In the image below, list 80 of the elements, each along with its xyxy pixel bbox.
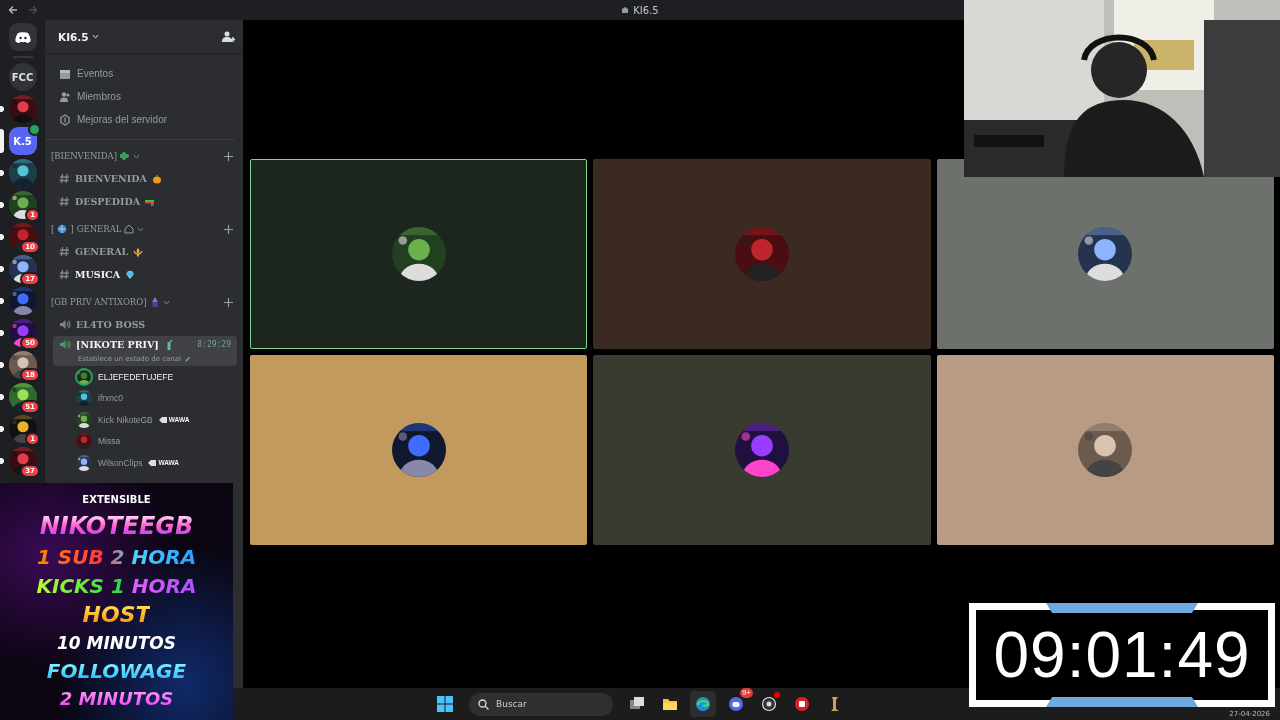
members-icon bbox=[59, 90, 71, 103]
video-tile[interactable] bbox=[250, 355, 588, 545]
channel-name: EL4TO BOSS bbox=[76, 319, 146, 330]
menu-item[interactable]: Eventos bbox=[53, 62, 229, 85]
hashtag-icon bbox=[59, 173, 70, 184]
menu-item[interactable]: Miembros bbox=[53, 85, 229, 108]
timer-value: 09:01:49 bbox=[993, 618, 1251, 692]
discord-icon bbox=[728, 696, 744, 712]
promo-text: EXTENSIBLE bbox=[82, 494, 151, 505]
search-icon bbox=[478, 698, 489, 710]
voice-user[interactable]: Missa bbox=[76, 430, 243, 452]
emoji-icon bbox=[125, 269, 136, 280]
channel-item[interactable]: MUSICA bbox=[53, 263, 237, 286]
invite-people-icon bbox=[222, 30, 235, 43]
add-channel-icon bbox=[224, 151, 233, 161]
chevron-down-icon bbox=[133, 153, 140, 159]
video-tile[interactable] bbox=[936, 355, 1274, 545]
task-view-icon bbox=[629, 696, 645, 712]
category-label[interactable]: [GB PRIV ANTIXORO] bbox=[51, 297, 147, 307]
category-bracket: ] bbox=[70, 224, 74, 234]
notification-badge: 9+ bbox=[739, 688, 753, 698]
user-name: ifrxnc0 bbox=[98, 393, 124, 404]
window-title: KI6.5 bbox=[633, 4, 659, 16]
search-field[interactable]: Buscar bbox=[469, 692, 613, 716]
taskbar-app-button[interactable] bbox=[690, 691, 716, 717]
emoji-icon bbox=[120, 151, 130, 161]
forward-arrow-icon bbox=[28, 5, 38, 15]
category-label[interactable]: [BIENVENIDA] bbox=[51, 151, 117, 161]
user-name: Kick NikoteGB bbox=[98, 414, 153, 425]
obs-icon bbox=[761, 696, 777, 712]
promo-text: 2 MINUTOS bbox=[59, 690, 174, 708]
folder-icon bbox=[662, 696, 678, 712]
category-label[interactable]: GENERAL bbox=[76, 224, 122, 234]
video-tile[interactable] bbox=[250, 159, 588, 349]
user-name: WilsonClips bbox=[98, 457, 143, 468]
tag-icon bbox=[148, 459, 157, 466]
add-channel-icon bbox=[224, 297, 233, 307]
channel-name: [NIKOTE PRIV] bbox=[76, 339, 159, 350]
user-name: Missa bbox=[98, 436, 121, 447]
pencil-icon bbox=[184, 355, 191, 363]
chevron-down-icon bbox=[91, 34, 99, 39]
category-bracket: [ bbox=[51, 224, 55, 234]
emoji-icon bbox=[133, 246, 144, 257]
elapsed-time: 8:29:29 bbox=[197, 340, 231, 349]
promo-text: 10 MINUTOS bbox=[56, 635, 177, 653]
chevron-down-icon bbox=[162, 299, 170, 305]
channel-name: GENERAL bbox=[75, 246, 129, 257]
menu-item[interactable]: Mejoras del servidor bbox=[53, 108, 229, 131]
add-channel-icon bbox=[224, 224, 233, 234]
video-tile[interactable] bbox=[593, 159, 931, 349]
channel-item[interactable]: BIENVENIDA bbox=[53, 167, 237, 190]
hashtag-icon bbox=[59, 269, 70, 280]
calendar-icon bbox=[59, 67, 71, 80]
boost-icon bbox=[59, 113, 71, 126]
server-icon bbox=[621, 6, 630, 14]
video-tile[interactable] bbox=[593, 355, 931, 545]
emoji-icon bbox=[124, 224, 135, 234]
tag-icon bbox=[158, 416, 167, 423]
emoji-icon bbox=[149, 297, 160, 307]
windows-logo-icon bbox=[437, 696, 453, 712]
emoji-icon bbox=[151, 173, 162, 184]
globe-icon bbox=[57, 224, 68, 234]
user-name: ELJEFEDETUJEFE bbox=[98, 371, 174, 382]
server-name[interactable]: KI6.5 bbox=[58, 30, 89, 43]
chevron-down-icon bbox=[137, 226, 145, 232]
channel-name: DESPEDIDA bbox=[75, 196, 140, 207]
voice-user[interactable]: ELJEFEDETUJEFE bbox=[76, 366, 243, 388]
video-tile[interactable] bbox=[936, 159, 1274, 349]
voice-user[interactable]: ifrxnc0 bbox=[76, 387, 243, 409]
channel-name: BIENVENIDA bbox=[75, 173, 147, 184]
hashtag-icon bbox=[59, 196, 70, 207]
app-icon bbox=[794, 696, 810, 712]
channel-name: MUSICA bbox=[75, 269, 121, 280]
back-arrow-icon bbox=[8, 5, 18, 15]
discord-logo-icon bbox=[14, 31, 31, 43]
browser-icon bbox=[695, 696, 711, 712]
hashtag-icon bbox=[59, 246, 70, 257]
channel-item[interactable]: EL4TO BOSS bbox=[53, 313, 237, 336]
channel-item[interactable]: GENERAL bbox=[53, 240, 237, 263]
channel-item[interactable]: DESPEDIDA bbox=[53, 190, 237, 213]
